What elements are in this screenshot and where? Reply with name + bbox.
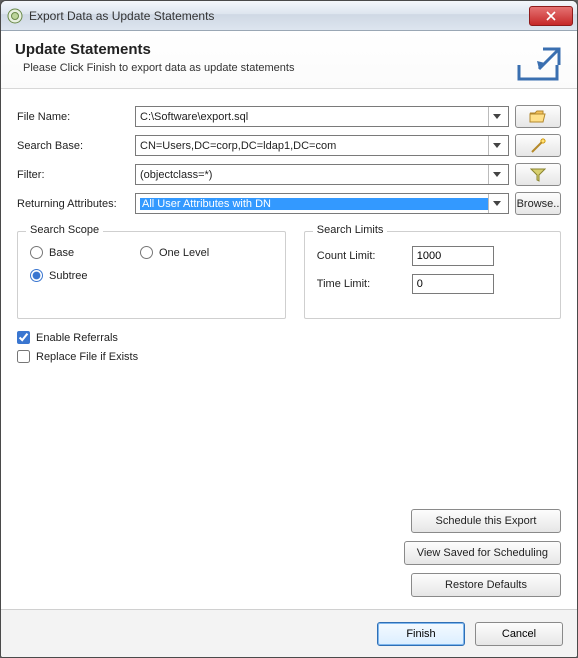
finish-button[interactable]: Finish xyxy=(377,622,465,646)
dialog-window: Export Data as Update Statements Update … xyxy=(0,0,578,658)
app-icon xyxy=(7,8,23,24)
filter-field[interactable]: (objectclass=*) xyxy=(135,164,509,185)
returning-attrs-label: Returning Attributes: xyxy=(17,198,135,210)
titlebar: Export Data as Update Statements xyxy=(1,1,577,31)
returning-attrs-field[interactable]: All User Attributes with DN xyxy=(135,193,509,214)
chevron-down-icon[interactable] xyxy=(488,136,504,155)
count-limit-input[interactable] xyxy=(412,246,494,266)
replace-file-checkbox[interactable]: Replace File if Exists xyxy=(17,350,561,363)
file-name-field[interactable]: C:\Software\export.sql xyxy=(135,106,509,127)
file-name-label: File Name: xyxy=(17,111,135,123)
search-scope-group: Search Scope Base One Level Subtree xyxy=(17,231,286,319)
schedule-export-button[interactable]: Schedule this Export xyxy=(411,509,561,533)
search-limits-group: Search Limits Count Limit: Time Limit: xyxy=(304,231,561,319)
time-limit-input[interactable] xyxy=(412,274,494,294)
header-title: Update Statements xyxy=(15,41,563,58)
scope-onelevel-radio[interactable]: One Level xyxy=(140,246,250,259)
header-subtitle: Please Click Finish to export data as up… xyxy=(23,62,563,74)
scope-subtree-radio[interactable]: Subtree xyxy=(30,269,140,282)
chevron-down-icon[interactable] xyxy=(488,165,504,184)
restore-defaults-button[interactable]: Restore Defaults xyxy=(411,573,561,597)
search-limits-legend: Search Limits xyxy=(313,224,388,236)
time-limit-label: Time Limit: xyxy=(317,278,412,290)
browse-file-button[interactable] xyxy=(515,105,561,128)
chevron-down-icon[interactable] xyxy=(488,107,504,126)
count-limit-label: Count Limit: xyxy=(317,250,412,262)
cancel-button[interactable]: Cancel xyxy=(475,622,563,646)
window-title: Export Data as Update Statements xyxy=(29,9,529,23)
filter-icon xyxy=(530,168,546,182)
browse-attrs-button[interactable]: Browse.. xyxy=(515,192,561,215)
folder-open-icon xyxy=(529,110,547,123)
export-icon xyxy=(515,45,561,90)
enable-referrals-checkbox[interactable]: Enable Referrals xyxy=(17,331,561,344)
scope-base-radio[interactable]: Base xyxy=(30,246,140,259)
view-saved-button[interactable]: View Saved for Scheduling xyxy=(404,541,561,565)
search-base-label: Search Base: xyxy=(17,140,135,152)
filter-helper-button[interactable] xyxy=(515,163,561,186)
search-base-field[interactable]: CN=Users,DC=corp,DC=ldap1,DC=com xyxy=(135,135,509,156)
wand-icon xyxy=(530,138,546,154)
chevron-down-icon[interactable] xyxy=(488,194,504,213)
search-scope-legend: Search Scope xyxy=(26,224,103,236)
pick-base-button[interactable] xyxy=(515,134,561,157)
close-button[interactable] xyxy=(529,6,573,26)
header: Update Statements Please Click Finish to… xyxy=(1,31,577,89)
footer: Finish Cancel xyxy=(1,609,577,657)
body: File Name: C:\Software\export.sql Search… xyxy=(1,89,577,609)
filter-label: Filter: xyxy=(17,169,135,181)
